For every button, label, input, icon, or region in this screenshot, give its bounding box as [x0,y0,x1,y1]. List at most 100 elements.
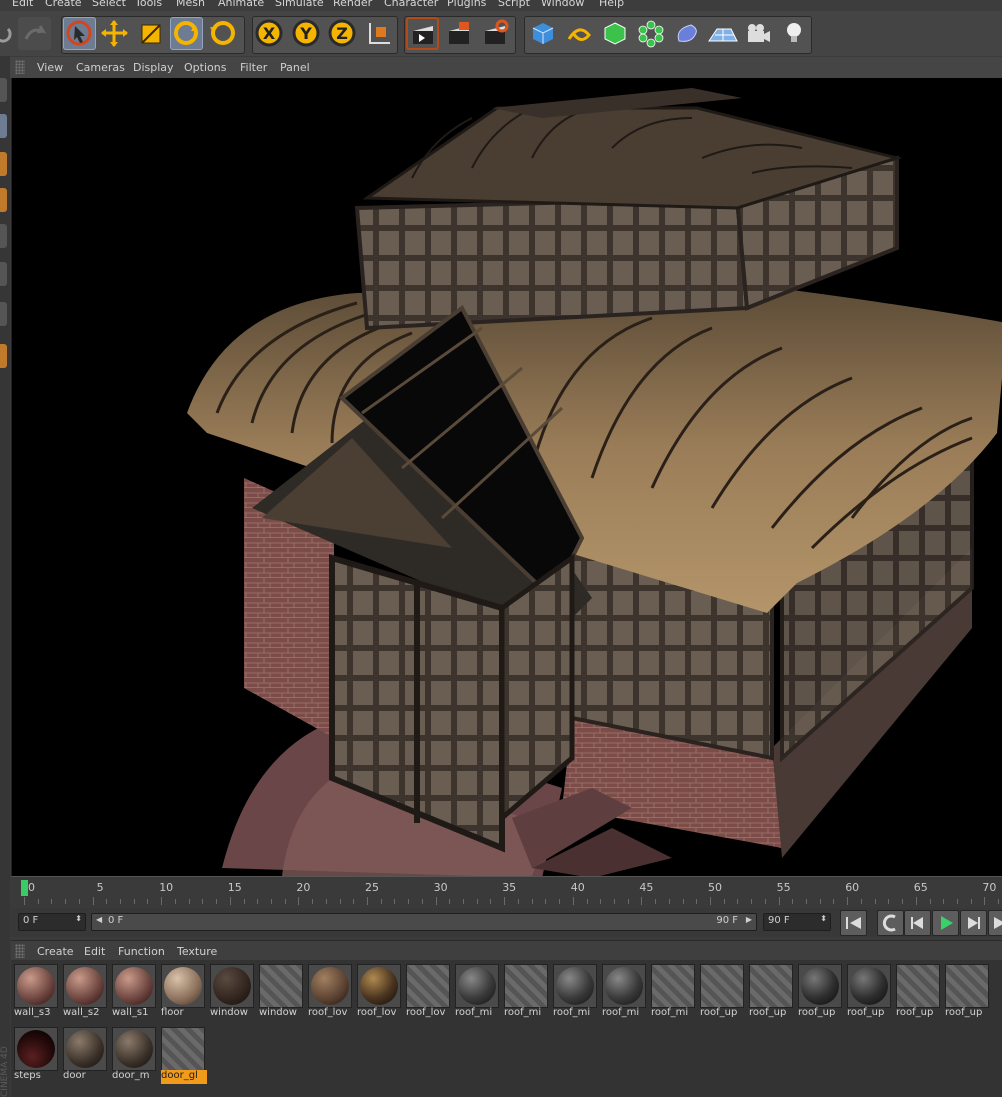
material-preview[interactable] [210,964,254,1008]
viewport-menu-filter[interactable]: Filter [240,61,267,74]
material-preview[interactable] [63,1027,107,1071]
deformer-icon[interactable] [671,17,704,50]
material-swatch[interactable]: roof_up [748,962,795,1021]
material-name[interactable]: door_gl [161,1070,207,1084]
menu-help[interactable]: Help [599,0,624,9]
play-button[interactable] [932,910,959,936]
material-preview[interactable] [14,1027,58,1071]
viewport-menu-display[interactable]: Display [133,61,174,74]
array-generator-icon[interactable] [635,17,668,50]
3d-viewport[interactable] [11,78,1002,876]
redo-icon[interactable] [18,17,51,50]
material-name[interactable]: roof_up [700,1007,746,1021]
current-frame-field[interactable]: 0 F ⬍ [18,913,86,931]
left-palette-button[interactable] [0,188,7,212]
slider-left-arrow-icon[interactable]: ◀ [96,915,102,924]
viewport-menu-options[interactable]: Options [184,61,226,74]
material-swatch[interactable]: wall_s1 [111,962,156,1020]
material-swatch[interactable]: roof_up [846,962,893,1021]
material-name[interactable]: roof_up [847,1007,893,1021]
live-selection-icon[interactable] [63,17,96,50]
material-name[interactable]: roof_mi [602,1007,648,1021]
menu-plugins[interactable]: Plugins [447,0,486,9]
material-name[interactable]: wall_s2 [63,1007,109,1021]
menu-create[interactable]: Create [45,0,82,9]
material-swatch[interactable]: roof_up [895,962,942,1021]
material-preview[interactable] [798,964,842,1008]
stepper-arrows-icon[interactable]: ⬍ [820,914,827,923]
timeline-ruler[interactable]: 0 5 10 15 20 25 30 35 40 45 50 55 60 65 70 [11,876,1002,909]
left-palette-button[interactable] [0,262,7,286]
material-preview[interactable] [847,964,891,1008]
viewport-menu-panel[interactable]: Panel [280,61,310,74]
previous-key-button[interactable] [877,910,904,936]
material-preview[interactable] [161,964,205,1008]
go-to-start-button[interactable] [840,910,867,936]
floor-scene-icon[interactable] [706,17,739,50]
material-swatch[interactable]: steps [13,1025,58,1083]
material-preview[interactable] [455,964,499,1008]
material-menu-edit[interactable]: Edit [84,945,105,958]
menu-simulate[interactable]: Simulate [275,0,324,9]
next-frame-button[interactable] [960,910,987,936]
material-swatch[interactable]: roof_lov [307,962,352,1020]
recent-tool-icon[interactable] [207,17,240,50]
material-preview[interactable] [357,964,401,1008]
viewport-menu-cameras[interactable]: Cameras [76,61,125,74]
material-name[interactable]: roof_mi [553,1007,599,1021]
left-palette-button[interactable] [0,114,7,138]
material-swatch[interactable]: roof_mi [503,962,550,1021]
material-swatch[interactable]: window [209,962,254,1020]
material-swatch[interactable]: door [62,1025,109,1084]
go-to-end-button[interactable] [988,910,1002,936]
spline-pen-icon[interactable] [563,17,596,50]
slider-right-arrow-icon[interactable]: ▶ [746,915,752,924]
left-palette-button[interactable] [0,224,7,248]
material-swatch[interactable]: roof_mi [650,962,695,1020]
material-preview[interactable] [63,964,107,1008]
material-preview[interactable] [504,964,548,1008]
stepper-arrows-icon[interactable]: ⬍ [75,914,82,923]
material-preview[interactable] [406,964,450,1008]
material-name[interactable]: wall_s3 [14,1007,60,1021]
subdivision-surface-icon[interactable] [599,17,632,50]
material-swatch[interactable]: door_gl [160,1025,207,1084]
playhead[interactable] [21,880,28,896]
render-picture-viewer-icon[interactable] [442,17,475,50]
material-preview[interactable] [259,964,303,1008]
menu-select[interactable]: Select [92,0,126,9]
previous-frame-button[interactable] [904,910,931,936]
material-preview[interactable] [112,1027,156,1071]
x-axis-lock-icon[interactable]: X [253,17,286,50]
material-swatch[interactable]: wall_s3 [13,962,60,1021]
panel-grip-icon[interactable] [15,944,25,958]
material-name[interactable]: roof_up [798,1007,844,1021]
move-icon[interactable] [98,17,131,50]
material-preview[interactable] [749,964,793,1008]
material-name[interactable]: roof_mi [455,1007,501,1021]
material-swatch[interactable]: roof_up [944,962,989,1020]
material-swatch[interactable]: roof_lov [405,962,450,1020]
material-swatch[interactable]: roof_mi [601,962,648,1021]
material-name[interactable]: door [63,1070,109,1084]
material-preview[interactable] [161,1027,205,1071]
material-preview[interactable] [700,964,744,1008]
material-swatch[interactable]: wall_s2 [62,962,109,1021]
material-name[interactable]: roof_up [749,1007,795,1021]
light-icon[interactable] [778,17,811,50]
material-menu-function[interactable]: Function [118,945,165,958]
end-frame-field[interactable]: 90 F ⬍ [763,913,831,931]
render-view-icon[interactable] [406,17,439,50]
material-name[interactable]: roof_up [896,1007,942,1021]
left-palette-button[interactable] [0,344,7,368]
material-swatch[interactable]: roof_mi [552,962,599,1021]
material-name[interactable]: roof_mi [504,1007,550,1021]
y-axis-lock-icon[interactable]: Y [290,17,323,50]
material-name[interactable]: roof_lov [357,1007,403,1021]
frame-range-slider[interactable]: ◀ 0 F 90 F ▶ [91,913,757,931]
material-preview[interactable] [14,964,58,1008]
material-swatch[interactable]: door_m [111,1025,156,1083]
panel-grip-icon[interactable] [15,60,25,74]
material-preview[interactable] [553,964,597,1008]
menu-window[interactable]: Window [541,0,584,9]
